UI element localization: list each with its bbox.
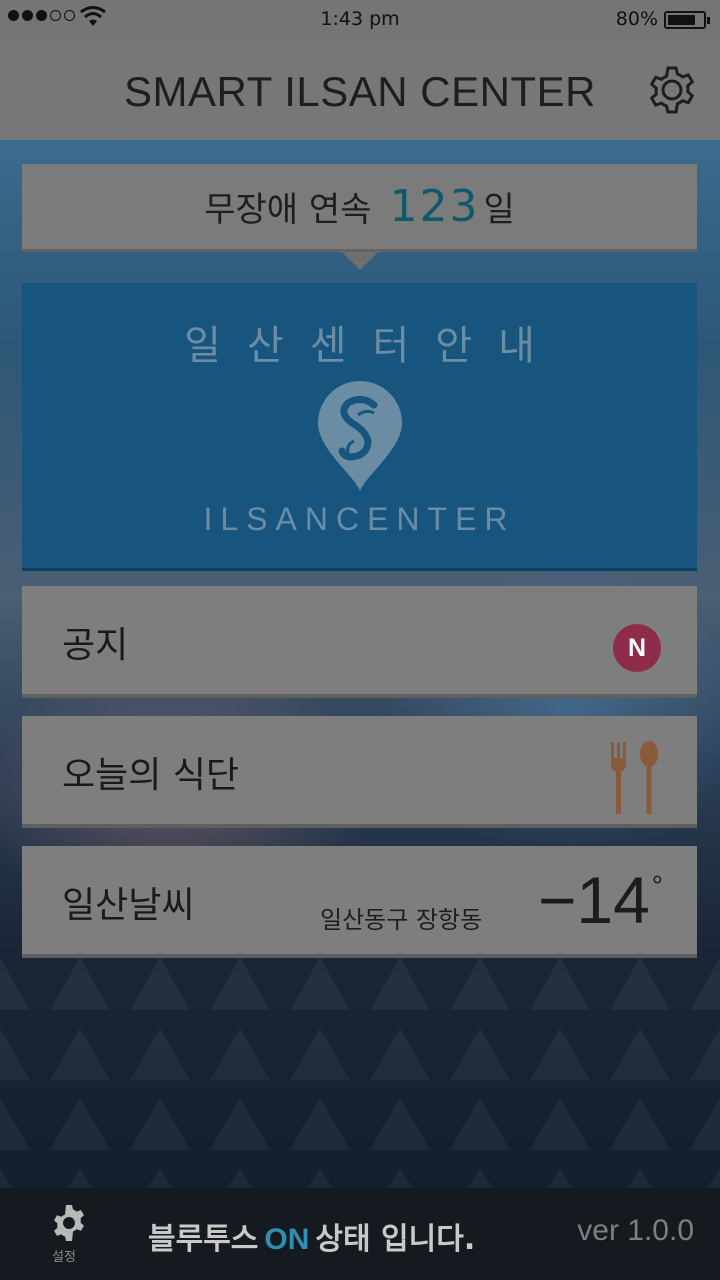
app-header: SMART ILSAN CENTER xyxy=(0,40,720,140)
notice-button[interactable]: 공지 N xyxy=(22,586,697,698)
weather-button[interactable]: 일산날씨 일산동구 장항동 −14° xyxy=(22,846,697,958)
bluetooth-suffix: 상태 입니다. xyxy=(315,1222,476,1257)
center-guide-title: 일산센터안내 xyxy=(184,323,561,369)
notice-label: 공지 xyxy=(62,625,129,666)
new-badge: N xyxy=(613,624,661,672)
degree-symbol: ° xyxy=(651,870,663,901)
bluetooth-prefix: 블루투스 xyxy=(148,1222,259,1257)
bluetooth-status: 블루투스 ON 상태 입니다. xyxy=(148,1214,475,1258)
battery-percent: 80% xyxy=(615,8,658,30)
todays-meal-button[interactable]: 오늘의 식단 xyxy=(22,716,697,828)
fork-spoon-icon xyxy=(611,741,658,814)
meal-label: 오늘의 식단 xyxy=(62,755,240,796)
map-pin-s-logo xyxy=(318,381,402,491)
streak-pointer xyxy=(342,252,378,270)
bottom-bar: 설정 블루투스 ON 상태 입니다. ver 1.0.0 xyxy=(0,1188,720,1280)
settings-gear-icon[interactable] xyxy=(50,1204,88,1242)
streak-unit: 일 xyxy=(483,190,515,230)
gear-icon[interactable] xyxy=(646,64,698,116)
weather-location: 일산동구 장항동 xyxy=(320,906,483,934)
weather-label: 일산날씨 xyxy=(62,885,195,926)
streak-prefix: 무장애 연속 xyxy=(204,190,372,230)
center-guide-logo-text: ILSANCENTER xyxy=(203,501,516,537)
status-bar: 1:43 pm 80% xyxy=(0,0,720,40)
streak-count: 123 xyxy=(389,181,480,232)
battery-icon xyxy=(664,11,710,29)
app-title: SMART ILSAN CENTER xyxy=(124,68,596,115)
center-guide-button[interactable]: 일산센터안내 ILSANCENTER xyxy=(22,283,697,571)
weather-temperature: −14° xyxy=(538,862,663,938)
temperature-value: −14 xyxy=(537,863,650,937)
app-version: ver 1.0.0 xyxy=(577,1214,694,1247)
uptime-streak-card: 무장애 연속 123 일 xyxy=(22,164,697,252)
settings-label: 설정 xyxy=(52,1250,76,1265)
status-time: 1:43 pm xyxy=(320,8,400,30)
bluetooth-state: ON xyxy=(264,1223,310,1256)
